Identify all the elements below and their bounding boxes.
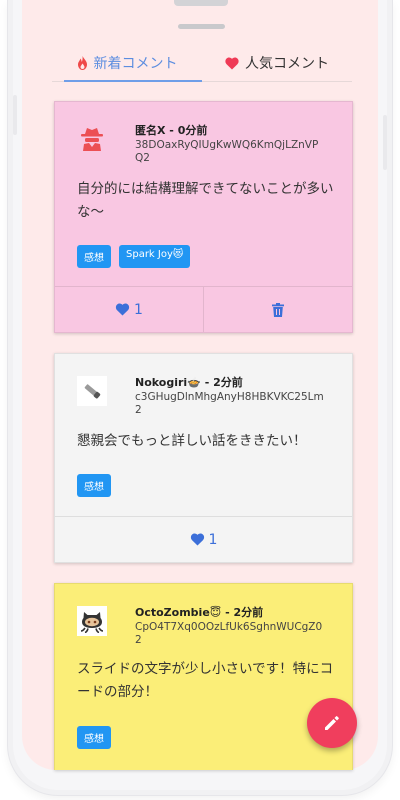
like-count: 1: [208, 531, 218, 548]
comment-tabs: 新着コメント 人気コメント: [52, 45, 352, 82]
comment-message: スライドの文字が少し小さいです！特にコードの部分！: [77, 661, 334, 700]
comment-tags: 感想 Spark Joy😻: [77, 245, 191, 268]
comment-message: 自分的には結構理解できてないことが多いな〜: [77, 181, 334, 220]
comment-tags: 感想: [77, 474, 111, 497]
side-button: [13, 95, 17, 135]
like-count: 1: [134, 301, 143, 318]
delete-button[interactable]: [203, 287, 352, 332]
comment-card: 匿名X - 0分前 38DOaxRyQIUgKwWQ6KmQjLZnVPQ2 自…: [54, 101, 353, 333]
saw-icon: [77, 376, 107, 406]
comment-user-id: CpO4T7Xq0OOzLfUk6SghnWUCgZ02: [135, 621, 323, 646]
comment-user-id: c3GHugDlnMhgAnyH8HBKVKC25Lm2: [135, 391, 324, 416]
card-actions: 1: [55, 516, 352, 562]
tag-chip[interactable]: 感想: [77, 245, 111, 268]
tag-chip[interactable]: 感想: [77, 726, 111, 749]
comment-tags: 感想: [77, 726, 111, 749]
tab-popular-comments[interactable]: 人気コメント: [202, 45, 352, 81]
comment-author: 匿名X - 0分前: [135, 124, 208, 137]
heart-icon: [225, 56, 239, 70]
card-actions: 1: [55, 286, 352, 332]
comment-message: 懇親会でもっと詳しい話をききたい！: [77, 433, 307, 449]
tab-label: 人気コメント: [245, 56, 329, 72]
tag-chip[interactable]: 感想: [77, 474, 111, 497]
heart-icon: [190, 533, 204, 546]
comment-author: OctoZombie😇 - 2分前: [135, 606, 264, 619]
pencil-icon: [325, 716, 339, 730]
comment-card: OctoZombie😇 - 2分前 CpO4T7Xq0OOzLfUk6SghnW…: [54, 583, 353, 770]
comment-author: Nokogiri🍲 - 2分前: [135, 376, 243, 389]
tab-new-comments[interactable]: 新着コメント: [52, 45, 202, 82]
speaker-grille: [178, 24, 225, 29]
tag-chip[interactable]: Spark Joy😻: [119, 245, 191, 268]
heart-icon: [115, 303, 130, 316]
compose-comment-button[interactable]: [307, 698, 357, 748]
comment-card: Nokogiri🍲 - 2分前 c3GHugDlnMhgAnyH8HBKVKC2…: [54, 353, 353, 563]
like-button[interactable]: 1: [55, 517, 352, 562]
octocat-icon: [77, 606, 107, 636]
tab-label: 新着コメント: [93, 56, 178, 72]
side-button: [383, 115, 387, 170]
camera-notch: [174, 0, 228, 6]
flame-icon: [77, 56, 88, 70]
trash-icon: [272, 302, 284, 317]
anonymous-spy-icon: [77, 124, 107, 154]
like-button[interactable]: 1: [55, 287, 203, 332]
comment-user-id: 38DOaxRyQIUgKwWQ6KmQjLZnVPQ2: [135, 139, 319, 164]
